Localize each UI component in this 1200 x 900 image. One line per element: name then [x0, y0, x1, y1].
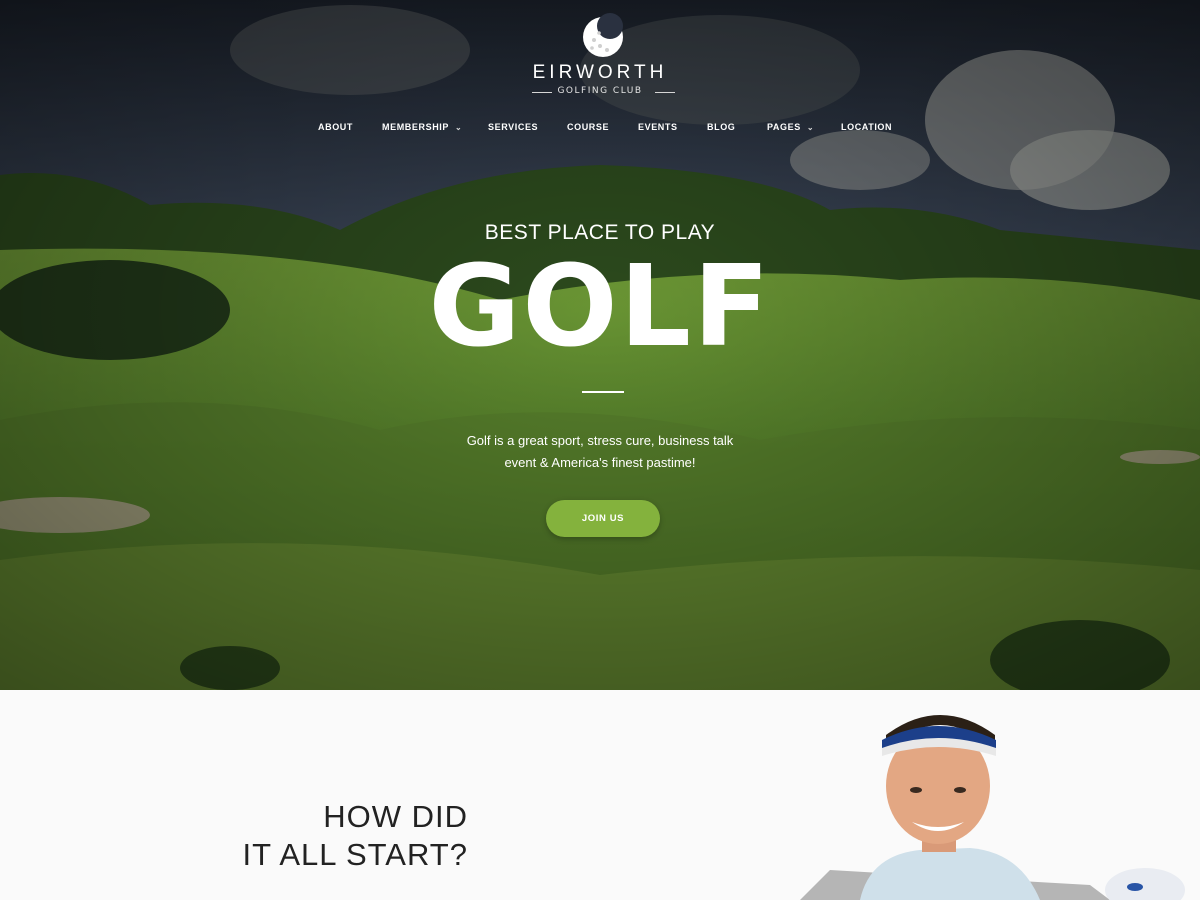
about-heading: HOW DID IT ALL START?: [242, 798, 468, 874]
about-section: HOW DID IT ALL START?: [0, 690, 1200, 900]
nav-item-blog[interactable]: BLOG: [707, 122, 735, 132]
nav-item-events[interactable]: EVENTS: [638, 122, 678, 132]
chevron-down-icon: ⌄: [806, 123, 815, 132]
nav-label: MEMBERSHIP: [382, 122, 450, 132]
nav-label: EVENTS: [638, 122, 678, 132]
nav-item-pages[interactable]: PAGES ⌄: [767, 122, 814, 132]
nav-label: PAGES: [767, 122, 801, 132]
brand-tagline: GOLFING CLUB: [557, 86, 643, 96]
nav-item-about[interactable]: ABOUT: [318, 122, 353, 132]
brand-name: EIRWORTH: [532, 62, 668, 83]
about-heading-line: HOW DID: [323, 799, 468, 834]
hero-title: GOLF: [428, 242, 772, 372]
nav-item-location[interactable]: LOCATION: [841, 122, 892, 132]
nav-label: SERVICES: [488, 122, 539, 132]
nav-item-membership[interactable]: MEMBERSHIP ⌄: [382, 122, 462, 132]
nav-label: LOCATION: [841, 122, 893, 132]
golf-ball-icon: [583, 13, 623, 57]
nav-label: COURSE: [567, 122, 610, 132]
nav-item-course[interactable]: COURSE: [567, 122, 609, 132]
hero-description-line: event & America's finest pastime!: [504, 455, 696, 470]
hero-description: Golf is a great sport, stress cure, busi…: [0, 430, 1200, 474]
nav-label: ABOUT: [318, 122, 353, 132]
hero-description-line: Golf is a great sport, stress cure, busi…: [466, 433, 734, 448]
golfer-photo: [800, 715, 1185, 900]
nav-label: BLOG: [707, 122, 736, 132]
tagline-rule-right: [655, 92, 675, 93]
nav-item-services[interactable]: SERVICES: [488, 122, 538, 132]
join-us-button[interactable]: JOIN US: [546, 500, 660, 537]
main-nav: ABOUT MEMBERSHIP ⌄ SERVICES COURSE EVENTS…: [0, 122, 1200, 136]
hero-section: EIRWORTH GOLFING CLUB ABOUT MEMBERSHIP ⌄ …: [0, 0, 1200, 690]
hero-divider: [582, 391, 624, 393]
chevron-down-icon: ⌄: [455, 123, 463, 132]
about-heading-line: IT ALL START?: [242, 837, 468, 872]
